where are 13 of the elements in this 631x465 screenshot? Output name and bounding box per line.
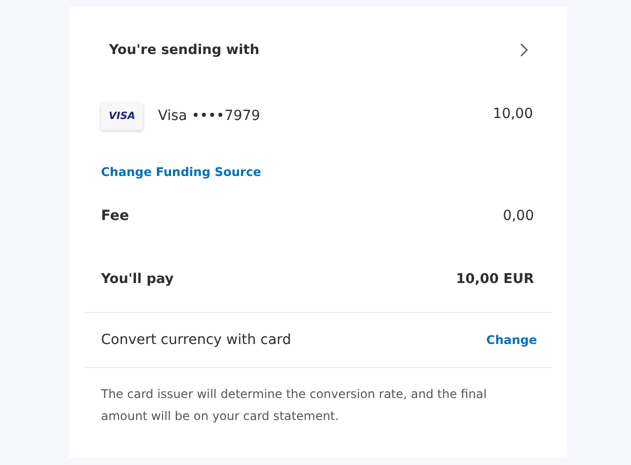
total-value: 10,00 EUR: [456, 271, 534, 287]
card-brand-logo: VISA: [101, 102, 143, 130]
change-link[interactable]: Change: [486, 333, 537, 347]
conversion-label: Convert currency with card: [101, 332, 292, 348]
fee-label: Fee: [101, 208, 129, 224]
total-label: You'll pay: [101, 271, 174, 287]
amount: 10,00: [492, 106, 533, 122]
conversion-note: The card issuer will determine the conversion rate, and the final amount will be on your card statement.: [101, 386, 488, 425]
chevron-right-icon[interactable]: [520, 43, 528, 57]
card-name: Visa ••••7979: [158, 108, 262, 124]
change-funding-link[interactable]: Change Funding Source: [101, 165, 262, 179]
fee-value: 0,00: [502, 208, 534, 224]
section-heading: You're sending with: [109, 42, 260, 58]
